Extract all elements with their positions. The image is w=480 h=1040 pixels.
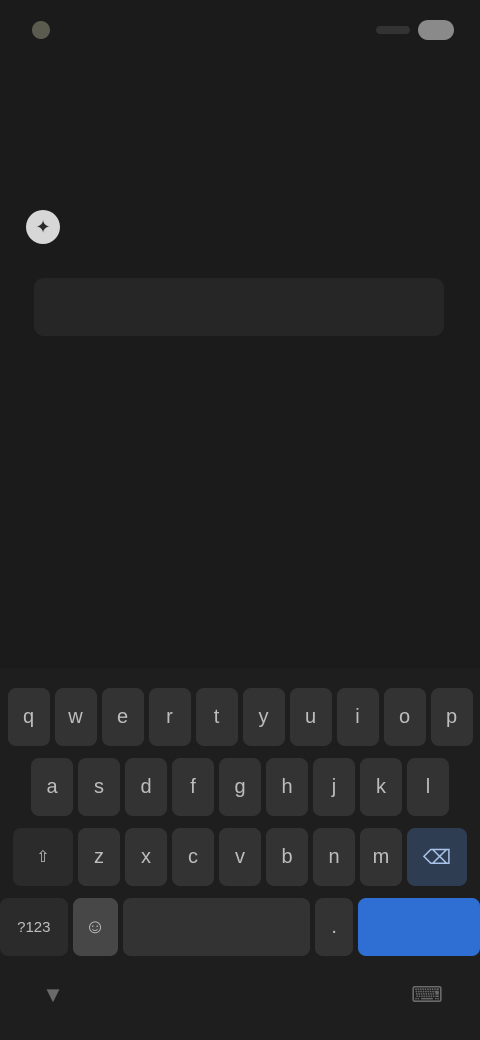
- screen: ✦ q w e r t y u i o p a s d f g h j k l …: [0, 0, 480, 1040]
- prompt-input[interactable]: [52, 296, 426, 318]
- key-l[interactable]: l: [407, 758, 449, 816]
- key-n[interactable]: n: [313, 828, 355, 886]
- on-screen-keyboard: q w e r t y u i o p a s d f g h j k l ⇧ …: [0, 668, 480, 1040]
- key-k[interactable]: k: [360, 758, 402, 816]
- key-i[interactable]: i: [336, 688, 379, 746]
- status-bar: [0, 0, 480, 60]
- assistant-icon: ✦: [26, 210, 60, 244]
- key-c[interactable]: c: [172, 828, 214, 886]
- keyboard-hide-icon[interactable]: ▼: [36, 978, 70, 1012]
- emoji-key[interactable]: ☺: [72, 898, 118, 956]
- key-u[interactable]: u: [289, 688, 332, 746]
- key-m[interactable]: m: [360, 828, 402, 886]
- signal-icon: [376, 26, 410, 34]
- keyboard-row-3: ⇧ z x c v b n m ⌫: [0, 828, 480, 886]
- key-b[interactable]: b: [266, 828, 308, 886]
- status-right: [376, 20, 454, 40]
- battery-icon: [418, 20, 454, 40]
- key-x[interactable]: x: [125, 828, 167, 886]
- enter-key[interactable]: [357, 898, 480, 956]
- key-v[interactable]: v: [219, 828, 261, 886]
- key-y[interactable]: y: [242, 688, 285, 746]
- symbols-key[interactable]: ?123: [0, 898, 68, 956]
- backspace-key[interactable]: ⌫: [407, 828, 467, 886]
- key-r[interactable]: r: [148, 688, 191, 746]
- key-d[interactable]: d: [125, 758, 167, 816]
- period-key[interactable]: .: [315, 898, 353, 956]
- key-e[interactable]: e: [101, 688, 144, 746]
- key-t[interactable]: t: [195, 688, 238, 746]
- notification-icon: [32, 21, 50, 39]
- key-a[interactable]: a: [31, 758, 73, 816]
- assistant-glyph: ✦: [35, 216, 51, 237]
- key-h[interactable]: h: [266, 758, 308, 816]
- keyboard-row-4: ?123 ☺ .: [0, 898, 480, 956]
- keyboard-switch-icon[interactable]: ⌨: [410, 978, 444, 1012]
- key-s[interactable]: s: [78, 758, 120, 816]
- shift-key[interactable]: ⇧: [13, 828, 73, 886]
- key-p[interactable]: p: [430, 688, 473, 746]
- prompt-card: ✦: [24, 210, 456, 336]
- key-j[interactable]: j: [313, 758, 355, 816]
- key-g[interactable]: g: [219, 758, 261, 816]
- prompt-input-field[interactable]: [34, 278, 444, 336]
- space-key[interactable]: [122, 898, 311, 956]
- keyboard-row-2: a s d f g h j k l: [0, 758, 480, 816]
- keyboard-row-1: q w e r t y u i o p: [0, 688, 480, 746]
- key-w[interactable]: w: [54, 688, 97, 746]
- key-f[interactable]: f: [172, 758, 214, 816]
- key-z[interactable]: z: [78, 828, 120, 886]
- status-left: [32, 21, 60, 39]
- key-o[interactable]: o: [383, 688, 426, 746]
- key-q[interactable]: q: [7, 688, 50, 746]
- navigation-bar: ▼ ⌨: [0, 950, 480, 1040]
